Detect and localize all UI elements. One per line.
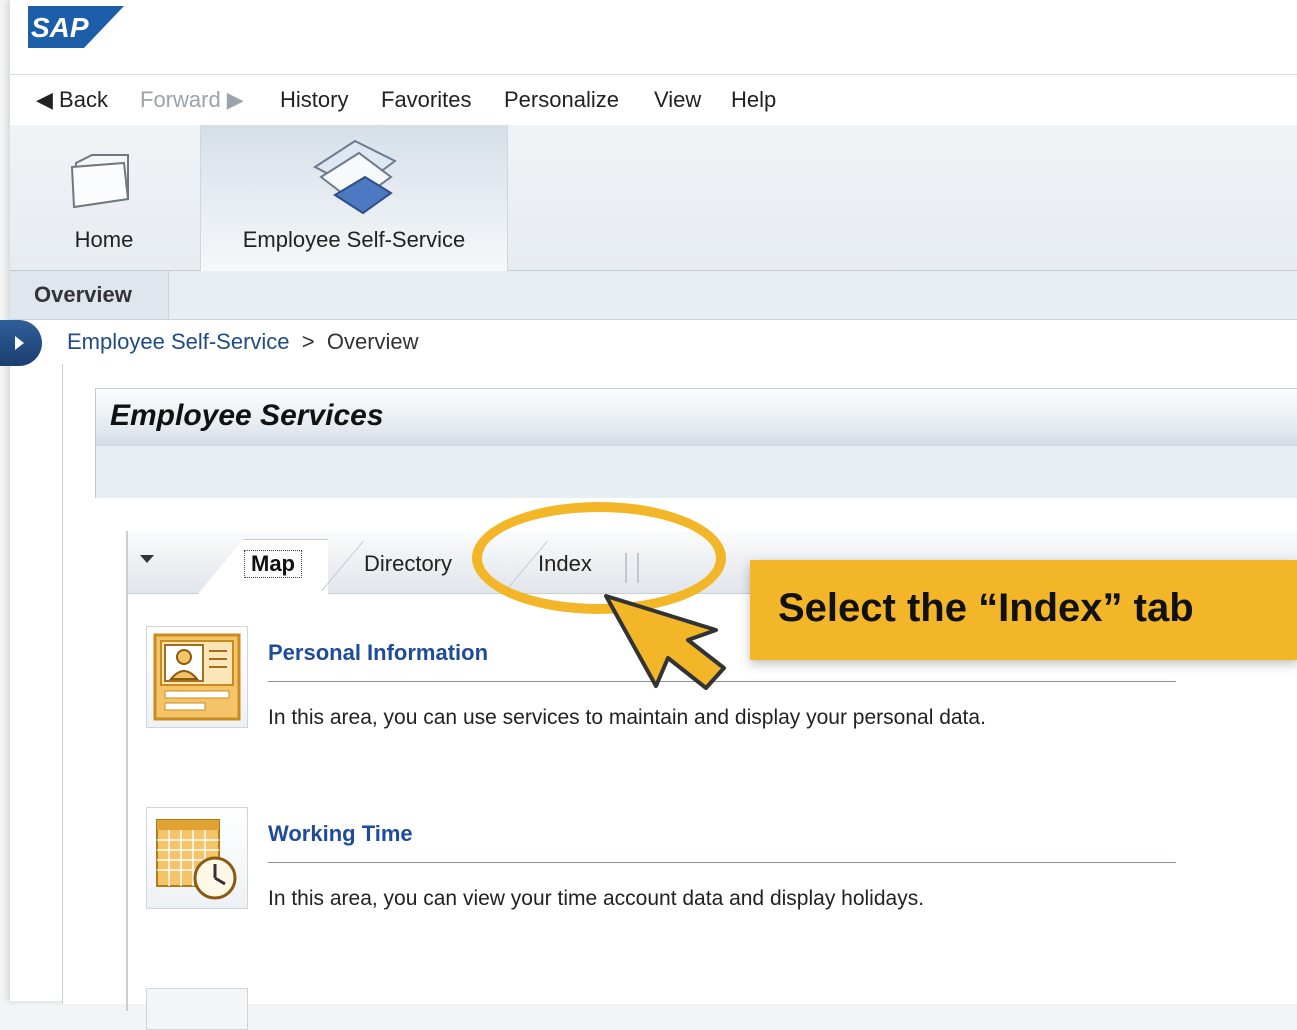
tab-overview[interactable]: Overview [10, 271, 169, 319]
breadcrumb-path: Employee Self-Service > Overview [67, 329, 419, 355]
header-bar: SAP [10, 0, 1297, 74]
nav-ess-label: Employee Self-Service [242, 227, 466, 252]
nav-employee-self-service[interactable]: Employee Self-Service [200, 125, 508, 271]
svg-text:SAP: SAP [31, 12, 89, 43]
menu-bar: ◀ Back Forward ▶ History Favorites Perso… [10, 74, 1297, 126]
tab-directory-label: Directory [364, 551, 453, 576]
personal-information-icon[interactable] [146, 626, 248, 728]
top-level-navigation: Home Employee Self-Service [10, 125, 1297, 271]
expand-navigation-panel-icon[interactable] [0, 320, 42, 366]
service-icon[interactable] [146, 988, 248, 1030]
forward-button[interactable]: Forward ▶ [140, 87, 244, 113]
item-title-link[interactable]: Personal Information [268, 640, 488, 666]
menu-history[interactable]: History [280, 87, 348, 113]
tab-map[interactable]: Map [198, 539, 328, 594]
portal-window: SAP ◀ Back Forward ▶ History Favorites P… [0, 0, 1297, 1030]
menu-view[interactable]: View [654, 87, 701, 113]
panel-title: Employee Services [110, 399, 384, 432]
sap-logo: SAP [28, 6, 124, 48]
panel-header: Employee Services [96, 389, 1297, 445]
nav-home[interactable]: Home [10, 125, 198, 270]
back-button[interactable]: ◀ Back [36, 87, 108, 113]
menu-personalize[interactable]: Personalize [504, 87, 619, 113]
menu-help[interactable]: Help [731, 87, 776, 113]
second-level-navigation: Overview [10, 271, 1297, 320]
employee-services-panel: Employee Services [95, 388, 1297, 498]
folder-icon [70, 154, 130, 209]
breadcrumb: Employee Self-Service > Overview [0, 320, 1297, 366]
tab-map-label: Map [244, 550, 302, 578]
breadcrumb-current: Overview [326, 329, 419, 354]
breadcrumb-separator: > [301, 329, 315, 354]
nav-home-label: Home [74, 227, 134, 252]
tab-overview-label: Overview [34, 282, 132, 307]
chevron-down-icon[interactable] [140, 555, 154, 563]
item-description: In this area, you can use services to ma… [268, 706, 986, 729]
item-description: In this area, you can view your time acc… [268, 887, 925, 910]
menu-favorites[interactable]: Favorites [381, 87, 471, 113]
breadcrumb-link-ess[interactable]: Employee Self-Service [67, 329, 290, 354]
item-title-link[interactable]: Working Time [268, 821, 413, 847]
divider [268, 862, 1176, 863]
panel-toolbar [96, 445, 1297, 498]
instruction-text: Select the “Index” tab [778, 586, 1194, 630]
instruction-callout: Select the “Index” tab [750, 560, 1297, 660]
working-time-icon[interactable] [146, 807, 248, 909]
documents-icon [313, 139, 397, 215]
pointer-arrow-icon [604, 594, 726, 690]
